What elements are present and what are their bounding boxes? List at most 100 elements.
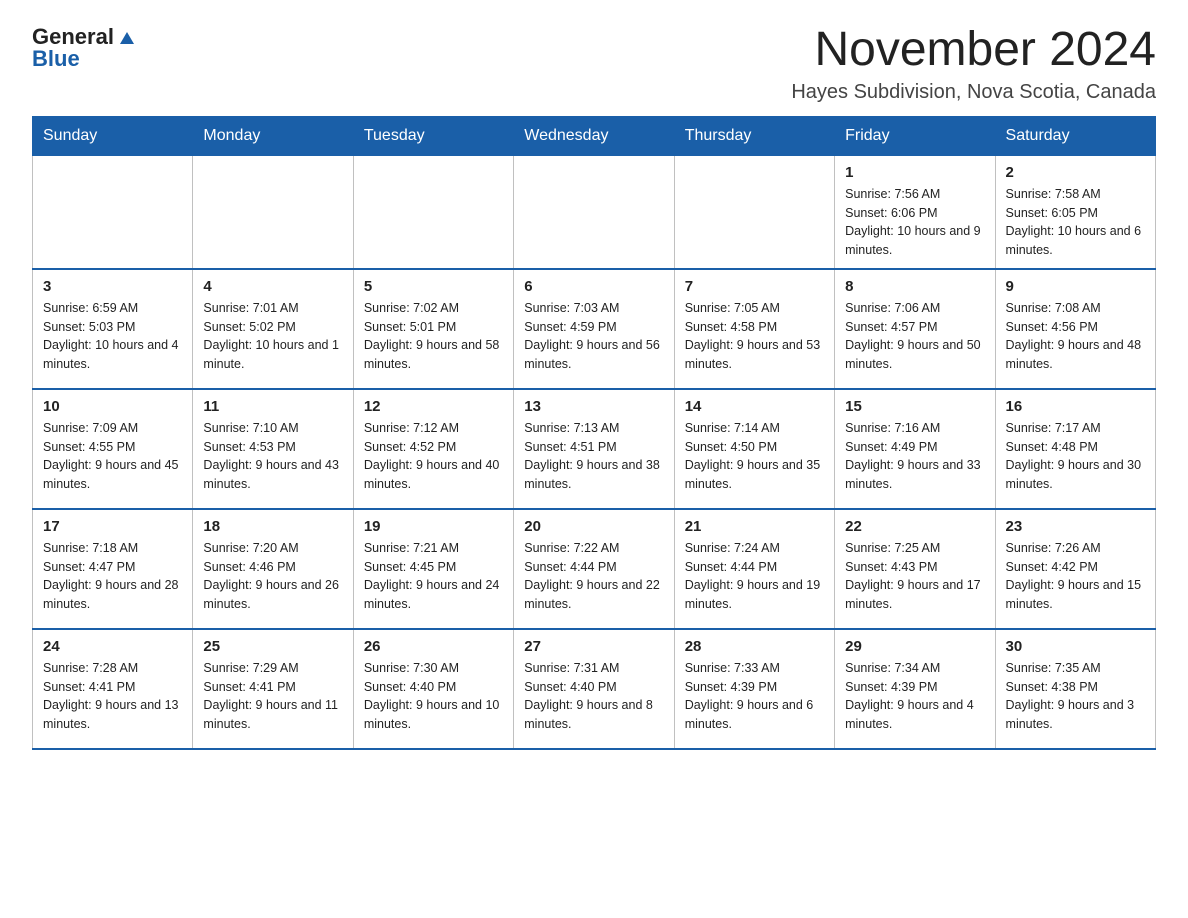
day-info: Sunrise: 7:08 AM Sunset: 4:56 PM Dayligh… (1006, 299, 1145, 374)
weekday-header-row: SundayMondayTuesdayWednesdayThursdayFrid… (33, 116, 1156, 155)
day-number: 30 (1006, 638, 1145, 655)
day-number: 11 (203, 398, 342, 415)
calendar-cell: 21 Sunrise: 7:24 AM Sunset: 4:44 PM Dayli… (674, 509, 834, 629)
day-info: Sunrise: 7:01 AM Sunset: 5:02 PM Dayligh… (203, 299, 342, 374)
calendar-cell: 7Sunrise: 7:05 AM Sunset: 4:58 PM Daylig… (674, 269, 834, 389)
day-number: 21 (685, 518, 824, 535)
weekday-header-monday: Monday (193, 116, 353, 155)
calendar-week-row: 3 Sunrise: 6:59 AM Sunset: 5:03 PM Daylig… (33, 269, 1156, 389)
day-number: 12 (364, 398, 503, 415)
day-info: Sunrise: 7:24 AM Sunset: 4:44 PM Dayligh… (685, 539, 824, 614)
logo: General Blue (32, 24, 138, 72)
calendar-cell: 3 Sunrise: 6:59 AM Sunset: 5:03 PM Daylig… (33, 269, 193, 389)
day-number: 26 (364, 638, 503, 655)
calendar-cell: 22 Sunrise: 7:25 AM Sunset: 4:43 PM Dayli… (835, 509, 995, 629)
logo-blue-text: Blue (32, 46, 80, 72)
weekday-header-sunday: Sunday (33, 116, 193, 155)
weekday-header-thursday: Thursday (674, 116, 834, 155)
calendar-cell (193, 155, 353, 269)
weekday-header-wednesday: Wednesday (514, 116, 674, 155)
calendar-cell (33, 155, 193, 269)
calendar-week-row: 1Sunrise: 7:56 AM Sunset: 6:06 PM Daylig… (33, 155, 1156, 269)
day-info: Sunrise: 7:35 AM Sunset: 4:38 PM Dayligh… (1006, 659, 1145, 734)
day-info: Sunrise: 7:18 AM Sunset: 4:47 PM Dayligh… (43, 539, 182, 614)
calendar-cell: 16 Sunrise: 7:17 AM Sunset: 4:48 PM Dayli… (995, 389, 1155, 509)
day-number: 18 (203, 518, 342, 535)
calendar-cell: 11 Sunrise: 7:10 AM Sunset: 4:53 PM Dayli… (193, 389, 353, 509)
day-info: Sunrise: 7:16 AM Sunset: 4:49 PM Dayligh… (845, 419, 984, 494)
day-info: Sunrise: 7:28 AM Sunset: 4:41 PM Dayligh… (43, 659, 182, 734)
calendar-cell: 4Sunrise: 7:01 AM Sunset: 5:02 PM Daylig… (193, 269, 353, 389)
day-number: 6 (524, 278, 663, 295)
calendar-cell: 26Sunrise: 7:30 AM Sunset: 4:40 PM Dayli… (353, 629, 513, 749)
calendar-table: SundayMondayTuesdayWednesdayThursdayFrid… (32, 116, 1156, 750)
weekday-header-friday: Friday (835, 116, 995, 155)
calendar-cell: 1Sunrise: 7:56 AM Sunset: 6:06 PM Daylig… (835, 155, 995, 269)
day-number: 28 (685, 638, 824, 655)
day-info: Sunrise: 7:21 AM Sunset: 4:45 PM Dayligh… (364, 539, 503, 614)
day-number: 25 (203, 638, 342, 655)
calendar-cell: 5Sunrise: 7:02 AM Sunset: 5:01 PM Daylig… (353, 269, 513, 389)
day-number: 19 (364, 518, 503, 535)
subtitle: Hayes Subdivision, Nova Scotia, Canada (791, 81, 1156, 104)
calendar-cell: 19 Sunrise: 7:21 AM Sunset: 4:45 PM Dayli… (353, 509, 513, 629)
day-number: 9 (1006, 278, 1145, 295)
day-number: 23 (1006, 518, 1145, 535)
day-info: Sunrise: 7:14 AM Sunset: 4:50 PM Dayligh… (685, 419, 824, 494)
day-info: Sunrise: 6:59 AM Sunset: 5:03 PM Dayligh… (43, 299, 182, 374)
day-info: Sunrise: 7:02 AM Sunset: 5:01 PM Dayligh… (364, 299, 503, 374)
calendar-cell: 15 Sunrise: 7:16 AM Sunset: 4:49 PM Dayli… (835, 389, 995, 509)
day-info: Sunrise: 7:10 AM Sunset: 4:53 PM Dayligh… (203, 419, 342, 494)
calendar-cell: 29 Sunrise: 7:34 AM Sunset: 4:39 PM Dayli… (835, 629, 995, 749)
calendar-cell: 20Sunrise: 7:22 AM Sunset: 4:44 PM Dayli… (514, 509, 674, 629)
calendar-cell: 2 Sunrise: 7:58 AM Sunset: 6:05 PM Daylig… (995, 155, 1155, 269)
day-number: 3 (43, 278, 182, 295)
day-number: 13 (524, 398, 663, 415)
day-info: Sunrise: 7:34 AM Sunset: 4:39 PM Dayligh… (845, 659, 984, 734)
day-info: Sunrise: 7:09 AM Sunset: 4:55 PM Dayligh… (43, 419, 182, 494)
calendar-cell: 12 Sunrise: 7:12 AM Sunset: 4:52 PM Dayli… (353, 389, 513, 509)
day-info: Sunrise: 7:22 AM Sunset: 4:44 PM Dayligh… (524, 539, 663, 614)
calendar-cell (674, 155, 834, 269)
page-header: General Blue November 2024 Hayes Subdivi… (32, 24, 1156, 104)
logo-triangle-icon (116, 26, 138, 48)
day-info: Sunrise: 7:06 AM Sunset: 4:57 PM Dayligh… (845, 299, 984, 374)
calendar-cell: 13 Sunrise: 7:13 AM Sunset: 4:51 PM Dayli… (514, 389, 674, 509)
calendar-cell: 30 Sunrise: 7:35 AM Sunset: 4:38 PM Dayli… (995, 629, 1155, 749)
calendar-cell: 17 Sunrise: 7:18 AM Sunset: 4:47 PM Dayli… (33, 509, 193, 629)
calendar-cell: 8 Sunrise: 7:06 AM Sunset: 4:57 PM Daylig… (835, 269, 995, 389)
day-info: Sunrise: 7:12 AM Sunset: 4:52 PM Dayligh… (364, 419, 503, 494)
day-number: 29 (845, 638, 984, 655)
calendar-cell: 18Sunrise: 7:20 AM Sunset: 4:46 PM Dayli… (193, 509, 353, 629)
day-info: Sunrise: 7:13 AM Sunset: 4:51 PM Dayligh… (524, 419, 663, 494)
day-info: Sunrise: 7:17 AM Sunset: 4:48 PM Dayligh… (1006, 419, 1145, 494)
day-info: Sunrise: 7:05 AM Sunset: 4:58 PM Dayligh… (685, 299, 824, 374)
calendar-week-row: 10 Sunrise: 7:09 AM Sunset: 4:55 PM Dayli… (33, 389, 1156, 509)
day-number: 1 (845, 164, 984, 181)
day-number: 10 (43, 398, 182, 415)
day-info: Sunrise: 7:26 AM Sunset: 4:42 PM Dayligh… (1006, 539, 1145, 614)
day-number: 8 (845, 278, 984, 295)
day-info: Sunrise: 7:25 AM Sunset: 4:43 PM Dayligh… (845, 539, 984, 614)
calendar-cell: 14 Sunrise: 7:14 AM Sunset: 4:50 PM Dayli… (674, 389, 834, 509)
calendar-cell: 27Sunrise: 7:31 AM Sunset: 4:40 PM Dayli… (514, 629, 674, 749)
day-number: 15 (845, 398, 984, 415)
calendar-week-row: 24Sunrise: 7:28 AM Sunset: 4:41 PM Dayli… (33, 629, 1156, 749)
calendar-cell (353, 155, 513, 269)
calendar-cell: 23 Sunrise: 7:26 AM Sunset: 4:42 PM Dayli… (995, 509, 1155, 629)
day-number: 22 (845, 518, 984, 535)
day-info: Sunrise: 7:33 AM Sunset: 4:39 PM Dayligh… (685, 659, 824, 734)
day-number: 16 (1006, 398, 1145, 415)
weekday-header-tuesday: Tuesday (353, 116, 513, 155)
day-number: 14 (685, 398, 824, 415)
day-number: 2 (1006, 164, 1145, 181)
main-title: November 2024 (791, 24, 1156, 77)
calendar-cell: 9 Sunrise: 7:08 AM Sunset: 4:56 PM Daylig… (995, 269, 1155, 389)
calendar-cell (514, 155, 674, 269)
calendar-cell: 10 Sunrise: 7:09 AM Sunset: 4:55 PM Dayli… (33, 389, 193, 509)
day-info: Sunrise: 7:03 AM Sunset: 4:59 PM Dayligh… (524, 299, 663, 374)
day-info: Sunrise: 7:29 AM Sunset: 4:41 PM Dayligh… (203, 659, 342, 734)
day-number: 17 (43, 518, 182, 535)
day-info: Sunrise: 7:58 AM Sunset: 6:05 PM Dayligh… (1006, 185, 1145, 260)
calendar-cell: 24Sunrise: 7:28 AM Sunset: 4:41 PM Dayli… (33, 629, 193, 749)
